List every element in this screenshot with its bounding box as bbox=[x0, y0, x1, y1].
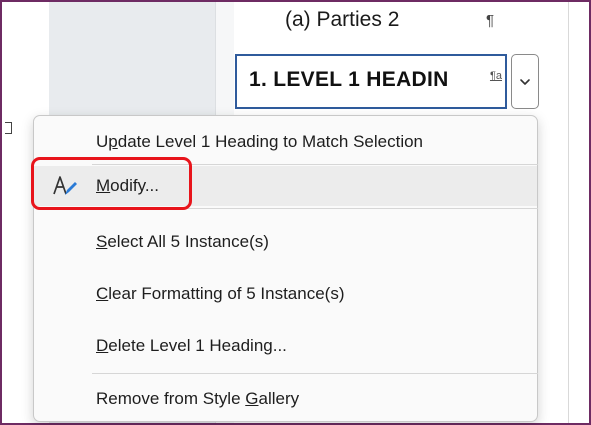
paragraph-bracket-icon bbox=[5, 122, 12, 134]
menu-item-clear-formatting[interactable]: Clear Formatting of 5 Instance(s) bbox=[34, 274, 537, 314]
menu-separator bbox=[92, 373, 538, 374]
style-name-label: 1. LEVEL 1 HEADIN bbox=[249, 68, 449, 91]
style-gallery-item-level-1-heading[interactable]: 1. LEVEL 1 HEADIN ¶a bbox=[235, 54, 507, 109]
menu-item-label: Clear Formatting of 5 Instance(s) bbox=[96, 284, 345, 303]
pilcrow-icon: ¶ bbox=[486, 12, 495, 29]
right-margin-rule bbox=[568, 2, 569, 423]
highlight-annotation bbox=[31, 157, 192, 210]
style-dropdown-button[interactable] bbox=[511, 54, 539, 109]
menu-item-delete-style[interactable]: Delete Level 1 Heading... bbox=[34, 326, 537, 366]
style-preview-text: (a) Parties 2 bbox=[285, 8, 400, 31]
menu-item-label: Delete Level 1 Heading... bbox=[96, 336, 287, 355]
document-preview-row: (a) Parties 2 ¶ bbox=[233, 2, 563, 48]
menu-item-update-to-match[interactable]: Update Level 1 Heading to Match Selectio… bbox=[34, 122, 537, 162]
menu-item-label: Select All 5 Instance(s) bbox=[96, 232, 269, 251]
menu-item-remove-from-gallery[interactable]: Remove from Style Gallery bbox=[34, 379, 537, 419]
linked-style-icon: ¶a bbox=[489, 70, 502, 82]
chevron-down-icon bbox=[520, 78, 530, 85]
menu-item-label: Update Level 1 Heading to Match Selectio… bbox=[96, 132, 424, 151]
menu-item-label: Remove from Style Gallery bbox=[96, 389, 300, 408]
menu-item-select-all-instances[interactable]: Select All 5 Instance(s) bbox=[34, 222, 537, 262]
